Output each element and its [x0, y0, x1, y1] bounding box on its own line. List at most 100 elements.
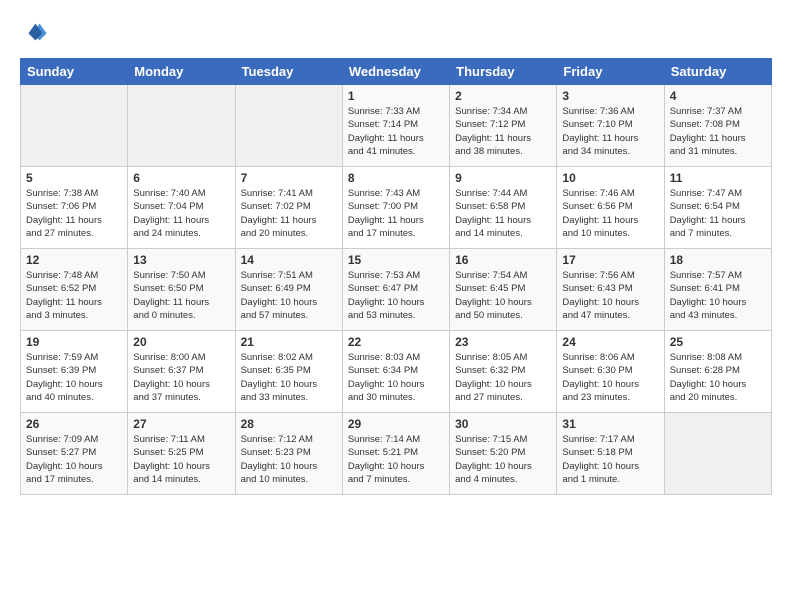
page: SundayMondayTuesdayWednesdayThursdayFrid… [0, 0, 792, 505]
calendar-cell: 20 Sunrise: 8:00 AM Sunset: 6:37 PM Dayli… [128, 331, 235, 413]
cell-info: Sunrise: 7:40 AM Sunset: 7:04 PM Dayligh… [133, 187, 229, 240]
day-number: 19 [26, 335, 122, 349]
calendar-cell: 22 Sunrise: 8:03 AM Sunset: 6:34 PM Dayli… [342, 331, 449, 413]
day-number: 15 [348, 253, 444, 267]
calendar-cell: 21 Sunrise: 8:02 AM Sunset: 6:35 PM Dayli… [235, 331, 342, 413]
calendar-cell: 26 Sunrise: 7:09 AM Sunset: 5:27 PM Dayli… [21, 413, 128, 495]
day-number: 26 [26, 417, 122, 431]
weekday-header-row: SundayMondayTuesdayWednesdayThursdayFrid… [21, 59, 772, 85]
cell-info: Sunrise: 7:37 AM Sunset: 7:08 PM Dayligh… [670, 105, 766, 158]
cell-info: Sunrise: 7:36 AM Sunset: 7:10 PM Dayligh… [562, 105, 658, 158]
calendar-cell [128, 85, 235, 167]
calendar-cell: 9 Sunrise: 7:44 AM Sunset: 6:58 PM Daylig… [450, 167, 557, 249]
calendar-cell: 30 Sunrise: 7:15 AM Sunset: 5:20 PM Dayli… [450, 413, 557, 495]
day-number: 18 [670, 253, 766, 267]
calendar-cell: 23Sunrise: 8:05 AM Sunset: 6:32 PM Dayli… [450, 331, 557, 413]
day-number: 21 [241, 335, 337, 349]
week-row-4: 19 Sunrise: 7:59 AM Sunset: 6:39 PM Dayli… [21, 331, 772, 413]
day-number: 17 [562, 253, 658, 267]
calendar-cell: 10Sunrise: 7:46 AM Sunset: 6:56 PM Dayli… [557, 167, 664, 249]
cell-info: Sunrise: 7:51 AM Sunset: 6:49 PM Dayligh… [241, 269, 337, 322]
day-number: 2 [455, 89, 551, 103]
day-number: 9 [455, 171, 551, 185]
day-number: 4 [670, 89, 766, 103]
calendar-cell: 5 Sunrise: 7:38 AM Sunset: 7:06 PM Daylig… [21, 167, 128, 249]
cell-info: Sunrise: 7:15 AM Sunset: 5:20 PM Dayligh… [455, 433, 551, 486]
week-row-1: 1Sunrise: 7:33 AM Sunset: 7:14 PM Daylig… [21, 85, 772, 167]
day-number: 5 [26, 171, 122, 185]
calendar-cell [21, 85, 128, 167]
week-row-5: 26 Sunrise: 7:09 AM Sunset: 5:27 PM Dayli… [21, 413, 772, 495]
cell-info: Sunrise: 7:57 AM Sunset: 6:41 PM Dayligh… [670, 269, 766, 322]
cell-info: Sunrise: 7:14 AM Sunset: 5:21 PM Dayligh… [348, 433, 444, 486]
day-number: 3 [562, 89, 658, 103]
calendar-cell: 28 Sunrise: 7:12 AM Sunset: 5:23 PM Dayli… [235, 413, 342, 495]
day-number: 30 [455, 417, 551, 431]
cell-info: Sunrise: 7:17 AM Sunset: 5:18 PM Dayligh… [562, 433, 658, 486]
calendar-cell: 27 Sunrise: 7:11 AM Sunset: 5:25 PM Dayli… [128, 413, 235, 495]
calendar-cell: 25Sunrise: 8:08 AM Sunset: 6:28 PM Dayli… [664, 331, 771, 413]
cell-info: Sunrise: 8:02 AM Sunset: 6:35 PM Dayligh… [241, 351, 337, 404]
weekday-header-sunday: Sunday [21, 59, 128, 85]
day-number: 12 [26, 253, 122, 267]
day-number: 27 [133, 417, 229, 431]
cell-info: Sunrise: 7:53 AM Sunset: 6:47 PM Dayligh… [348, 269, 444, 322]
day-number: 28 [241, 417, 337, 431]
cell-info: Sunrise: 8:06 AM Sunset: 6:30 PM Dayligh… [562, 351, 658, 404]
cell-info: Sunrise: 7:44 AM Sunset: 6:58 PM Dayligh… [455, 187, 551, 240]
calendar-cell: 4 Sunrise: 7:37 AM Sunset: 7:08 PM Daylig… [664, 85, 771, 167]
weekday-header-monday: Monday [128, 59, 235, 85]
day-number: 10 [562, 171, 658, 185]
calendar-cell [664, 413, 771, 495]
day-number: 20 [133, 335, 229, 349]
logo [20, 18, 52, 46]
calendar-cell: 3 Sunrise: 7:36 AM Sunset: 7:10 PM Daylig… [557, 85, 664, 167]
cell-info: Sunrise: 7:43 AM Sunset: 7:00 PM Dayligh… [348, 187, 444, 240]
day-number: 6 [133, 171, 229, 185]
day-number: 14 [241, 253, 337, 267]
weekday-header-saturday: Saturday [664, 59, 771, 85]
calendar-cell: 15 Sunrise: 7:53 AM Sunset: 6:47 PM Dayli… [342, 249, 449, 331]
cell-info: Sunrise: 7:12 AM Sunset: 5:23 PM Dayligh… [241, 433, 337, 486]
calendar-cell: 7Sunrise: 7:41 AM Sunset: 7:02 PM Daylig… [235, 167, 342, 249]
weekday-header-friday: Friday [557, 59, 664, 85]
cell-info: Sunrise: 7:48 AM Sunset: 6:52 PM Dayligh… [26, 269, 122, 322]
day-number: 22 [348, 335, 444, 349]
calendar-cell [235, 85, 342, 167]
cell-info: Sunrise: 7:11 AM Sunset: 5:25 PM Dayligh… [133, 433, 229, 486]
calendar-cell: 17Sunrise: 7:56 AM Sunset: 6:43 PM Dayli… [557, 249, 664, 331]
calendar-cell: 19 Sunrise: 7:59 AM Sunset: 6:39 PM Dayli… [21, 331, 128, 413]
cell-info: Sunrise: 7:09 AM Sunset: 5:27 PM Dayligh… [26, 433, 122, 486]
calendar-cell: 18 Sunrise: 7:57 AM Sunset: 6:41 PM Dayli… [664, 249, 771, 331]
cell-info: Sunrise: 7:41 AM Sunset: 7:02 PM Dayligh… [241, 187, 337, 240]
cell-info: Sunrise: 7:54 AM Sunset: 6:45 PM Dayligh… [455, 269, 551, 322]
calendar-cell: 31Sunrise: 7:17 AM Sunset: 5:18 PM Dayli… [557, 413, 664, 495]
calendar-cell: 14 Sunrise: 7:51 AM Sunset: 6:49 PM Dayli… [235, 249, 342, 331]
cell-info: Sunrise: 7:47 AM Sunset: 6:54 PM Dayligh… [670, 187, 766, 240]
cell-info: Sunrise: 7:33 AM Sunset: 7:14 PM Dayligh… [348, 105, 444, 158]
weekday-header-wednesday: Wednesday [342, 59, 449, 85]
weekday-header-thursday: Thursday [450, 59, 557, 85]
cell-info: Sunrise: 8:03 AM Sunset: 6:34 PM Dayligh… [348, 351, 444, 404]
cell-info: Sunrise: 7:50 AM Sunset: 6:50 PM Dayligh… [133, 269, 229, 322]
calendar-cell: 6 Sunrise: 7:40 AM Sunset: 7:04 PM Daylig… [128, 167, 235, 249]
calendar-cell: 8 Sunrise: 7:43 AM Sunset: 7:00 PM Daylig… [342, 167, 449, 249]
day-number: 11 [670, 171, 766, 185]
calendar-cell: 13 Sunrise: 7:50 AM Sunset: 6:50 PM Dayli… [128, 249, 235, 331]
calendar-cell: 16 Sunrise: 7:54 AM Sunset: 6:45 PM Dayli… [450, 249, 557, 331]
day-number: 29 [348, 417, 444, 431]
cell-info: Sunrise: 8:05 AM Sunset: 6:32 PM Dayligh… [455, 351, 551, 404]
week-row-3: 12 Sunrise: 7:48 AM Sunset: 6:52 PM Dayli… [21, 249, 772, 331]
cell-info: Sunrise: 7:38 AM Sunset: 7:06 PM Dayligh… [26, 187, 122, 240]
calendar-cell: 12 Sunrise: 7:48 AM Sunset: 6:52 PM Dayli… [21, 249, 128, 331]
cell-info: Sunrise: 7:59 AM Sunset: 6:39 PM Dayligh… [26, 351, 122, 404]
day-number: 13 [133, 253, 229, 267]
day-number: 16 [455, 253, 551, 267]
calendar-cell: 1Sunrise: 7:33 AM Sunset: 7:14 PM Daylig… [342, 85, 449, 167]
cell-info: Sunrise: 8:00 AM Sunset: 6:37 PM Dayligh… [133, 351, 229, 404]
calendar-cell: 2Sunrise: 7:34 AM Sunset: 7:12 PM Daylig… [450, 85, 557, 167]
calendar-cell: 11 Sunrise: 7:47 AM Sunset: 6:54 PM Dayli… [664, 167, 771, 249]
day-number: 8 [348, 171, 444, 185]
logo-icon [20, 18, 48, 46]
calendar-cell: 29 Sunrise: 7:14 AM Sunset: 5:21 PM Dayli… [342, 413, 449, 495]
